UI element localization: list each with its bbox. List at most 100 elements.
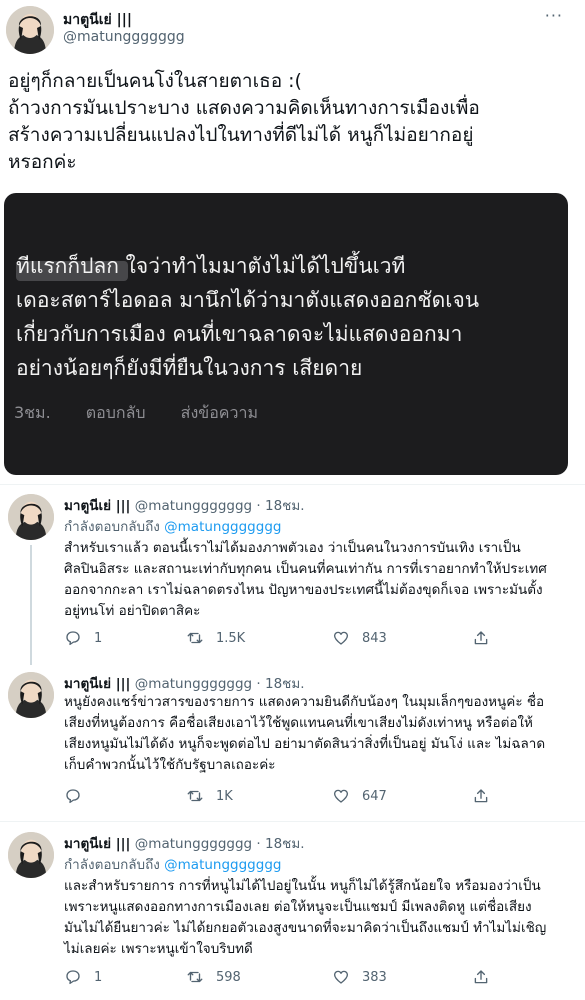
reply-tweet[interactable]: มาตูนีเย่ ||| @matunggggggg · 18ชม. หนูย… xyxy=(0,672,585,822)
reply-text: และสำหรับรายการ การที่หนูไม่ได้ไปอยู่ในน… xyxy=(64,876,579,960)
reply-text-line: ไม่เลยค่ะ เพราะหนูเข้าใจบริบทดี xyxy=(64,941,253,957)
timestamp[interactable]: · 18ชม. xyxy=(256,836,304,852)
reply-button[interactable]: 1 xyxy=(64,968,102,986)
avatar[interactable] xyxy=(8,832,54,878)
reply-icon xyxy=(66,631,80,646)
share-button[interactable] xyxy=(472,787,490,805)
avatar[interactable] xyxy=(6,6,54,54)
more-options-icon[interactable]: ··· xyxy=(545,6,563,25)
avatar-portrait xyxy=(8,494,54,540)
screenshot-comment: ทีแรกก็ปลก ใจว่าทำไมมาตังไม่ได้ไปขึ้นเวท… xyxy=(16,249,561,385)
screenshot-meta: 3ชม. ตอบกลับ ส่งข้อความ xyxy=(14,401,288,426)
tweet-header: มาตูนีเย่ ||| @matunggggggg ··· xyxy=(0,0,585,56)
action-bar: 1K 647 xyxy=(64,787,534,809)
reply-text-line: หนูยังคงแชร์ข่าวสารของรายการ แสดงความยิน… xyxy=(64,694,545,710)
reply-text-line: สำหรับเราแล้ว ตอนนี้เราไม่ได้มองภาพตัวเอ… xyxy=(64,540,521,556)
tweet-text: อยู่ๆก็กลายเป็นคนโง่ในสายตาเธอ :( ถ้าวงก… xyxy=(8,68,578,176)
like-button[interactable]: 383 xyxy=(332,968,387,986)
replying-prefix: กำลังตอบกลับถึง xyxy=(64,857,165,873)
replying-to-handle[interactable]: @matunggggggg xyxy=(164,519,281,535)
like-icon xyxy=(333,631,349,645)
retweet-count: 1K xyxy=(216,788,233,804)
avatar-portrait xyxy=(8,832,54,878)
tweet-text-line: หรอกค่ะ xyxy=(8,151,77,173)
timestamp[interactable]: · 18ชม. xyxy=(256,498,304,514)
reply-icon xyxy=(66,970,80,985)
action-bar: 1 1.5K 843 xyxy=(64,629,534,651)
reply-text-line: เพราะหนูแสดงออกทางการเมืองเลย ต่อให้หนูจ… xyxy=(64,899,532,915)
reply-text-line: และสำหรับรายการ การที่หนูไม่ได้ไปอยู่ในน… xyxy=(64,878,541,894)
screenshot-reply: ตอบกลับ xyxy=(85,403,146,422)
avatar-portrait xyxy=(8,672,54,718)
like-count: 647 xyxy=(362,788,387,804)
retweet-icon xyxy=(187,790,203,802)
reply-text: หนูยังคงแชร์ข่าวสารของรายการ แสดงความยิน… xyxy=(64,692,579,776)
reply-text-line: มันไม่ได้ยืนยาวค่ะ ไม่ได้ยกยอตัวเองสูงขน… xyxy=(64,920,547,936)
retweet-count: 598 xyxy=(216,969,241,985)
divider xyxy=(0,484,585,485)
screenshot-time: 3ชม. xyxy=(14,403,51,422)
attached-screenshot[interactable]: ทีแรกก็ปลก ใจว่าทำไมมาตังไม่ได้ไปขึ้นเวท… xyxy=(4,193,568,475)
retweet-icon xyxy=(187,971,203,983)
tweet-text-line: ถ้าวงการมันเปราะบาง แสดงความคิดเห็นทางกา… xyxy=(8,97,480,119)
share-button[interactable] xyxy=(472,968,490,986)
like-icon xyxy=(333,970,349,984)
replying-to: กำลังตอบกลับถึง @matunggggggg xyxy=(64,853,281,875)
retweet-button[interactable]: 1.5K xyxy=(186,629,245,647)
timestamp[interactable]: · 18ชม. xyxy=(256,676,304,692)
reply-text: สำหรับเราแล้ว ตอนนี้เราไม่ได้มองภาพตัวเอ… xyxy=(64,538,579,622)
share-icon xyxy=(474,631,488,645)
like-button[interactable]: 843 xyxy=(332,629,387,647)
reply-count: 1 xyxy=(94,630,103,646)
avatar-portrait xyxy=(6,6,54,54)
author-name[interactable]: มาตูนีเย่ ||| xyxy=(63,9,132,31)
tweet-text-line: อยู่ๆก็กลายเป็นคนโง่ในสายตาเธอ :( xyxy=(8,70,302,92)
avatar[interactable] xyxy=(8,494,54,540)
reply-text-line: อยู่ทนโท่ อย่าปิดตาสิคะ xyxy=(64,603,201,619)
share-button[interactable] xyxy=(472,629,490,647)
author-handle[interactable]: @matunggggggg xyxy=(135,498,252,514)
reply-icon xyxy=(66,789,80,804)
share-icon xyxy=(474,789,488,803)
author-name[interactable]: มาตูนีเย่ ||| xyxy=(64,836,131,852)
screenshot-line: อย่างน้อยๆก็ยังมีที่ยืนในวงการ เสียดาย xyxy=(16,356,363,380)
reply-text-line: เสียงหนูมันไม่ได้ดัง หนูก็จะพูดต่อไป อย่… xyxy=(64,736,546,752)
reply-button[interactable]: 1 xyxy=(64,629,102,647)
action-bar: 1 598 383 xyxy=(64,968,534,990)
reply-count: 1 xyxy=(94,969,103,985)
screenshot-line: ทีแรกก็ปลก ใจว่าทำไมมาตังไม่ได้ไปขึ้นเวท… xyxy=(16,254,406,278)
like-count: 843 xyxy=(362,630,387,646)
reply-tweet[interactable]: มาตูนีเย่ ||| @matunggggggg · 18ชม. กำลั… xyxy=(0,494,585,664)
reply-tweet[interactable]: มาตูนีเย่ ||| @matunggggggg · 18ชม. กำลั… xyxy=(0,832,585,1000)
like-button[interactable]: 647 xyxy=(332,787,387,805)
like-count: 383 xyxy=(362,969,387,985)
replying-to-handle[interactable]: @matunggggggg xyxy=(164,857,281,873)
screenshot-line: เกี่ยวกับการเมือง คนที่เขาฉลาดจะไม่แสดงอ… xyxy=(16,322,463,346)
author-name[interactable]: มาตูนีเย่ ||| xyxy=(64,498,131,514)
replying-prefix: กำลังตอบกลับถึง xyxy=(64,519,165,535)
author-handle[interactable]: @matunggggggg xyxy=(63,29,185,45)
reply-text-line: เสียงที่หนูต้องการ คือชื่อเสียงเอาไว้ใช้… xyxy=(64,715,533,731)
divider xyxy=(0,821,585,822)
screenshot-line: เดอะสตาร์ไอดอล มานึกได้ว่ามาตังแสดงออกชั… xyxy=(16,288,480,312)
reply-header: มาตูนีเย่ ||| @matunggggggg · 18ชม. xyxy=(64,672,305,694)
reply-text-line: ศิลปินอิสระ และสถานะเท่ากับทุกคน เป็นคนท… xyxy=(64,561,547,577)
share-icon xyxy=(474,970,488,984)
reply-button[interactable] xyxy=(64,787,94,805)
avatar[interactable] xyxy=(8,672,54,718)
author-handle[interactable]: @matunggggggg xyxy=(135,676,252,692)
reply-text-line: เก็บคำพวกนั้นไว้ใช้กับรัฐบาลเถอะค่ะ xyxy=(64,757,276,773)
author-name[interactable]: มาตูนีเย่ ||| xyxy=(64,676,131,692)
screenshot-message: ส่งข้อความ xyxy=(180,403,259,422)
retweet-icon xyxy=(187,632,203,644)
replying-to: กำลังตอบกลับถึง @matunggggggg xyxy=(64,515,281,537)
like-icon xyxy=(333,789,349,803)
reply-text-line: ออกจากกะลา เราไม่ฉลาดตรงไหน ปัญหาของประเ… xyxy=(64,582,543,598)
tweet-text-line: สร้างความเปลี่ยนแปลงไปในทางที่ดีไม่ได้ ห… xyxy=(8,124,474,146)
retweet-button[interactable]: 598 xyxy=(186,968,241,986)
reply-header: มาตูนีเย่ ||| @matunggggggg · 18ชม. xyxy=(64,494,305,516)
author-handle[interactable]: @matunggggggg xyxy=(135,836,252,852)
retweet-button[interactable]: 1K xyxy=(186,787,233,805)
reply-header: มาตูนีเย่ ||| @matunggggggg · 18ชม. xyxy=(64,832,305,854)
retweet-count: 1.5K xyxy=(216,630,246,646)
